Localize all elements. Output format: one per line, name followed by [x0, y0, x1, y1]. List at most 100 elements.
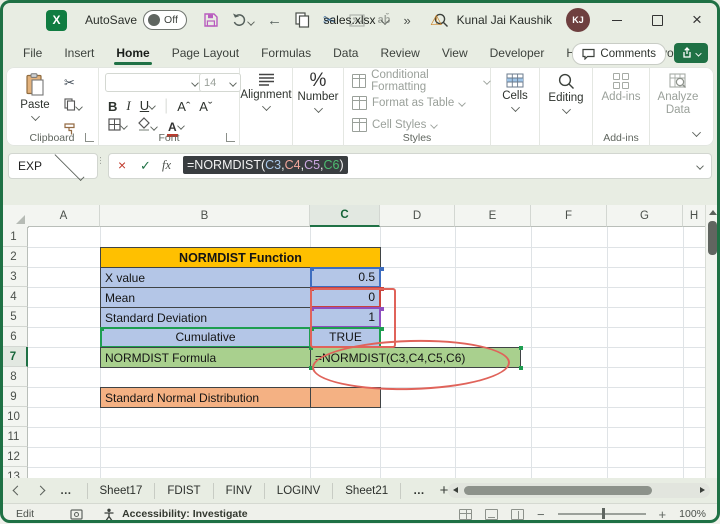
ribbon-tab-data[interactable]: Data	[322, 40, 369, 66]
accessibility-status[interactable]: Accessibility: Investigate	[122, 508, 247, 520]
cell-B6[interactable]: Cumulative	[100, 327, 311, 348]
column-header-A[interactable]: A	[28, 205, 100, 227]
row-header-2[interactable]: 2	[0, 247, 28, 267]
insert-function-icon[interactable]: fx	[162, 158, 171, 173]
row-header-7[interactable]: 7	[0, 347, 28, 367]
formula-text[interactable]: =NORMDIST(C3,C4,C5,C6)	[183, 156, 348, 174]
analyze-data-button[interactable]: Analyze Data	[650, 73, 706, 117]
ribbon-tab-view[interactable]: View	[431, 40, 479, 66]
zoom-level[interactable]: 100%	[679, 508, 706, 520]
horizontal-scrollbar[interactable]	[448, 483, 710, 498]
row-header-8[interactable]: 8	[0, 367, 28, 387]
sheet-tab-fdist[interactable]: FDIST	[155, 483, 213, 499]
sheet-tab-sheet21[interactable]: Sheet21	[333, 483, 401, 499]
cell-C4[interactable]: 0	[310, 287, 381, 308]
cell-B4[interactable]: Mean	[100, 287, 311, 308]
row-header-6[interactable]: 6	[0, 327, 28, 347]
ribbon-tab-review[interactable]: Review	[369, 40, 430, 66]
select-all-corner[interactable]	[0, 205, 29, 228]
cancel-icon[interactable]: ×	[118, 157, 126, 173]
styles-item-conditional-formatting[interactable]: Conditional Formatting	[352, 72, 490, 89]
vertical-scroll-thumb[interactable]	[708, 221, 717, 255]
editing-button[interactable]: Editing	[540, 73, 592, 113]
clipboard-dialog-launcher-icon[interactable]	[85, 133, 94, 142]
ribbon-tab-file[interactable]: File	[12, 40, 53, 66]
cell-C5[interactable]: 1	[310, 307, 381, 328]
minimize-button[interactable]	[604, 7, 630, 33]
maximize-button[interactable]	[644, 7, 670, 33]
italic-button[interactable]: I	[126, 98, 130, 114]
number-button[interactable]: % Number	[293, 73, 343, 112]
sheet-tab-finv[interactable]: FINV	[214, 483, 265, 499]
vertical-scrollbar[interactable]	[705, 205, 720, 478]
scroll-up-icon[interactable]	[709, 210, 717, 215]
decrease-font-icon[interactable]: Aˇ	[199, 99, 212, 114]
name-box-dropdown-icon[interactable]	[55, 151, 85, 181]
column-header-B[interactable]: B	[100, 205, 310, 227]
cell-B2[interactable]: NORMDIST Function	[100, 247, 381, 268]
cell-B7[interactable]: NORMDIST Formula	[100, 347, 311, 368]
ribbon-tab-developer[interactable]: Developer	[479, 40, 556, 66]
autosave-toggle[interactable]: Off	[143, 10, 187, 30]
worksheet-grid[interactable]: ABCDEFGH12345678910111213NORMDIST Functi…	[0, 205, 720, 478]
column-header-H[interactable]: H	[683, 205, 706, 227]
undo-button[interactable]	[232, 12, 254, 29]
more-sheets-right-icon[interactable]: …	[413, 485, 426, 497]
row-header-12[interactable]: 12	[0, 447, 28, 467]
addins-button[interactable]: Add-ins	[593, 73, 649, 103]
formula-bar-handle[interactable]: …	[98, 156, 108, 166]
column-header-C[interactable]: C	[310, 205, 380, 227]
cut-button[interactable]: ✂	[64, 75, 75, 91]
row-header-3[interactable]: 3	[0, 267, 28, 287]
user-name[interactable]: Kunal Jai Kaushik	[457, 13, 552, 27]
increase-font-icon[interactable]: Aˆ	[177, 99, 190, 114]
cell-B3[interactable]: X value	[100, 267, 311, 288]
sheet-tab-sheet17[interactable]: Sheet17	[87, 483, 156, 499]
ribbon-tab-page-layout[interactable]: Page Layout	[161, 40, 250, 66]
ribbon-tab-formulas[interactable]: Formulas	[250, 40, 322, 66]
formula-field[interactable]: × ✓ fx =NORMDIST(C3,C4,C5,C6)	[108, 153, 712, 179]
cell-C9[interactable]	[310, 387, 381, 408]
cell-B5[interactable]: Standard Deviation	[100, 307, 311, 328]
share-button[interactable]	[674, 43, 708, 63]
font-name-select[interactable]	[105, 73, 203, 92]
cells-button[interactable]: Cells	[491, 73, 539, 111]
close-button[interactable]: ×	[684, 7, 710, 33]
page-layout-view-icon[interactable]	[485, 509, 498, 520]
horizontal-scroll-thumb[interactable]	[464, 486, 652, 495]
previous-sheet-icon[interactable]	[13, 486, 23, 496]
accessibility-icon[interactable]	[103, 508, 115, 521]
page-break-view-icon[interactable]	[511, 509, 524, 520]
back-arrow-icon[interactable]: ←	[267, 12, 282, 29]
paste-button[interactable]: Paste	[12, 73, 58, 120]
row-header-9[interactable]: 9	[0, 387, 28, 407]
cell-C6[interactable]: TRUE	[310, 327, 381, 348]
expand-formula-bar-icon[interactable]	[696, 162, 704, 170]
enter-icon[interactable]: ✓	[140, 158, 151, 174]
scroll-left-icon[interactable]	[453, 487, 458, 493]
ribbon-tab-insert[interactable]: Insert	[53, 40, 105, 66]
zoom-out-icon[interactable]: −	[537, 507, 545, 522]
autosave-control[interactable]: AutoSave Off	[85, 10, 187, 30]
row-header-4[interactable]: 4	[0, 287, 28, 307]
alignment-button[interactable]: Alignment	[240, 73, 292, 110]
more-sheets-left-icon[interactable]: …	[60, 485, 73, 497]
toolbar-overflow-icon[interactable]: »	[403, 13, 410, 28]
save-icon[interactable]	[203, 12, 219, 28]
row-header-11[interactable]: 11	[0, 427, 28, 447]
underline-button[interactable]: U	[140, 97, 155, 115]
ribbon-tab-home[interactable]: Home	[105, 40, 160, 66]
macro-record-icon[interactable]	[70, 509, 83, 520]
row-header-5[interactable]: 5	[0, 307, 28, 327]
avatar[interactable]: KJ	[566, 8, 590, 32]
font-size-select[interactable]: 14	[199, 73, 241, 92]
font-dialog-launcher-icon[interactable]	[226, 133, 235, 142]
copy-icon[interactable]	[295, 12, 310, 28]
scroll-right-icon[interactable]	[700, 487, 705, 493]
column-header-F[interactable]: F	[531, 205, 607, 227]
row-header-1[interactable]: 1	[0, 227, 28, 247]
next-sheet-icon[interactable]	[36, 486, 46, 496]
column-header-G[interactable]: G	[607, 205, 683, 227]
normal-view-icon[interactable]	[459, 509, 472, 520]
row-header-13[interactable]: 13	[0, 467, 28, 478]
